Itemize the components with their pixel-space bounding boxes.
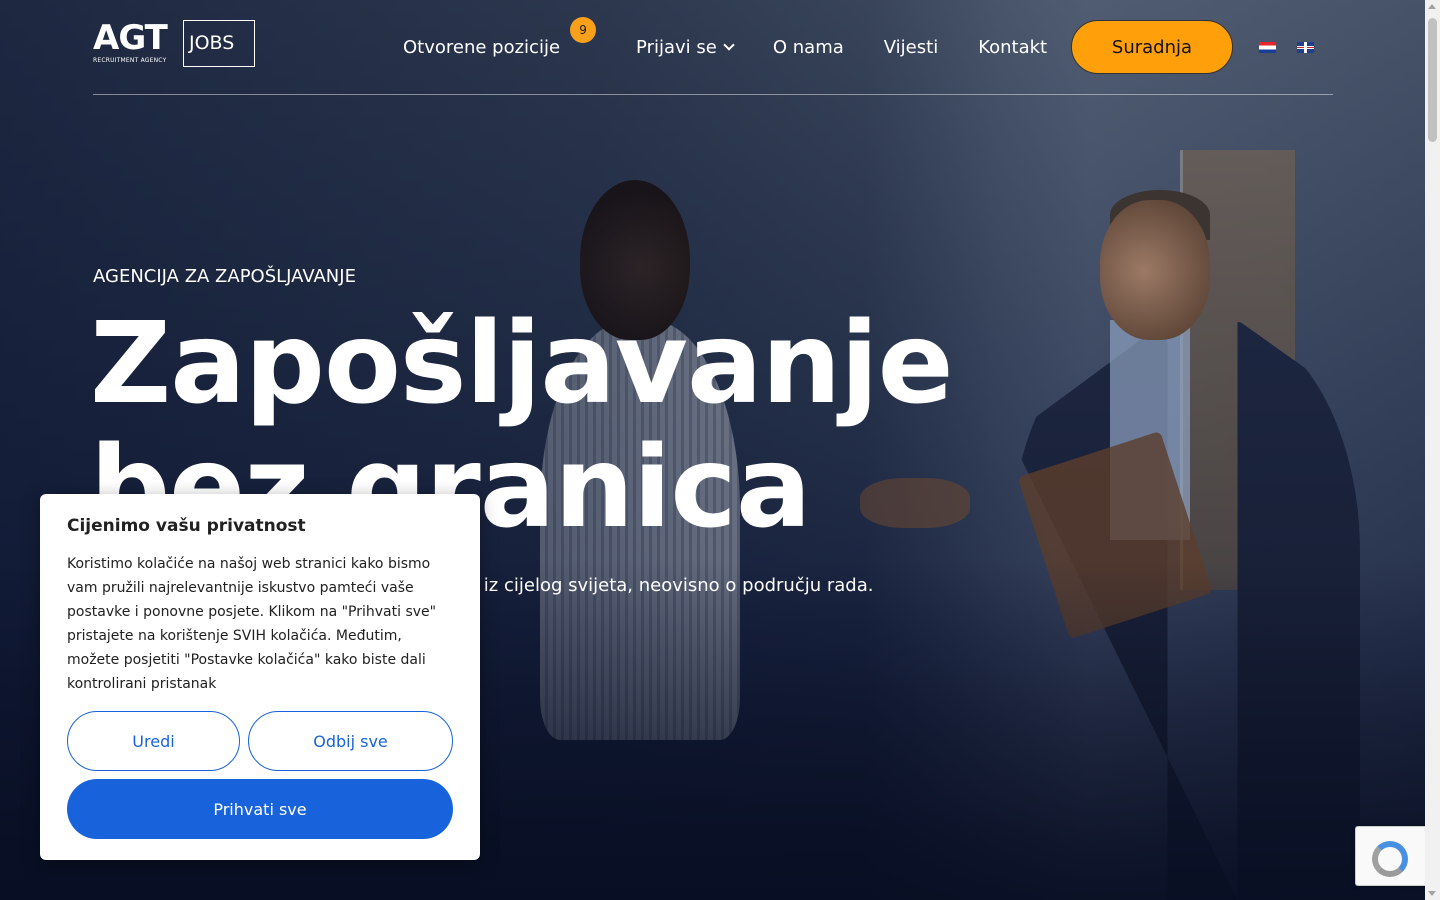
- nav-about[interactable]: O nama: [773, 37, 844, 58]
- logo-boxed-text: JOBS: [189, 32, 235, 54]
- recaptcha-icon: [1372, 841, 1408, 877]
- main-nav: Otvorene pozicije 9 Prijavi se O nama Vi…: [403, 16, 1087, 74]
- croatian-flag-icon[interactable]: [1259, 42, 1276, 53]
- nav-apply-label: Prijavi se: [636, 36, 717, 58]
- open-positions-count-badge: 9: [570, 16, 597, 43]
- page-scrollbar[interactable]: [1425, 0, 1440, 900]
- cookie-reject-button[interactable]: Odbij sve: [248, 711, 453, 771]
- scrollbar-thumb[interactable]: [1428, 18, 1437, 142]
- nav-contact-label: Kontakt: [978, 36, 1048, 58]
- scroll-up-arrow-icon[interactable]: [1428, 4, 1436, 9]
- nav-news-label: Vijesti: [883, 36, 939, 58]
- nav-open-positions[interactable]: Otvorene pozicije 9: [403, 16, 597, 58]
- english-flag-icon[interactable]: [1297, 42, 1314, 53]
- cookie-title: Cijenimo vašu privatnost: [67, 516, 306, 536]
- hero-subline: e iz cijelog svijeta, neovisno o područj…: [467, 575, 874, 596]
- hero-headline-line1: Zapošljavanje: [90, 299, 954, 429]
- cookie-button-row: Uredi Odbij sve: [67, 711, 453, 771]
- chevron-down-icon: [723, 38, 735, 51]
- cookie-edit-button[interactable]: Uredi: [67, 711, 240, 771]
- nav-contact[interactable]: Kontakt: [978, 37, 1047, 58]
- cookie-consent-banner: Cijenimo vašu privatnost Koristimo kolač…: [40, 494, 480, 860]
- logo-subtitle: RECRUITMENT AGENCY: [93, 57, 167, 64]
- agt-jobs-logo[interactable]: AGT RECRUITMENT AGENCY JOBS: [93, 20, 255, 67]
- cooperation-button[interactable]: Suradnja: [1071, 20, 1233, 74]
- cookie-accept-button[interactable]: Prihvati sve: [67, 779, 453, 839]
- logo-main-text: AGT: [93, 18, 168, 58]
- cookie-text: Koristimo kolačiće na našoj web stranici…: [67, 556, 437, 692]
- site-header: AGT RECRUITMENT AGENCY JOBS Otvorene poz…: [93, 0, 1333, 95]
- scroll-down-arrow-icon[interactable]: [1428, 891, 1436, 896]
- nav-apply-dropdown[interactable]: Prijavi se: [636, 36, 735, 58]
- recaptcha-badge[interactable]: [1355, 826, 1427, 886]
- nav-open-positions-label: Otvorene pozicije: [403, 36, 561, 58]
- nav-about-label: O nama: [772, 36, 844, 58]
- nav-news[interactable]: Vijesti: [884, 37, 938, 58]
- hero-eyebrow: AGENCIJA ZA ZAPOŠLJAVANJE: [93, 266, 356, 287]
